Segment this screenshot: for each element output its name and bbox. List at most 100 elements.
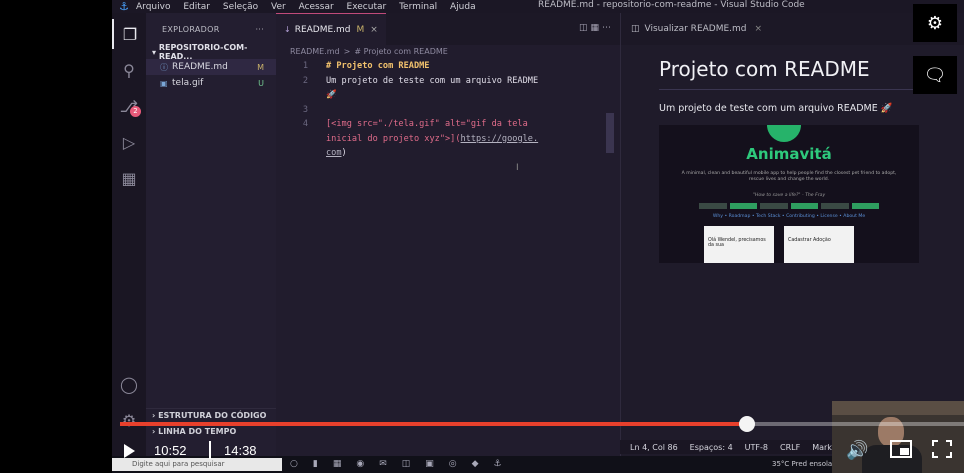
indentation[interactable]: Espaços: 4 — [690, 443, 733, 452]
text-cursor-icon: I — [516, 163, 519, 173]
breadcrumb: README.md > # Projeto com README — [276, 45, 620, 57]
timeline-section[interactable]: › LINHA DO TEMPO — [146, 424, 276, 438]
store-icon: ◫ — [401, 459, 411, 469]
code-line: Um projeto de teste com um arquivo READM… — [326, 75, 539, 86]
editor-scrollbar[interactable] — [606, 113, 614, 153]
editor-actions-icons[interactable]: ◫▦⋯ — [579, 23, 614, 33]
code-line-wrap: com) — [326, 146, 347, 161]
preview-gif-image[interactable]: Animavitá A minimal, clean and beautiful… — [659, 125, 919, 263]
video-progress-handle[interactable] — [739, 416, 756, 432]
browser-icon: ◉ — [356, 459, 365, 469]
close-icon[interactable]: × — [755, 24, 763, 34]
time-separator — [209, 441, 211, 459]
outline-label: ESTRUTURA DO CÓDIGO — [158, 411, 267, 420]
comment-icon[interactable]: 🗨 — [913, 56, 957, 94]
folder-icon: ▦ — [332, 459, 342, 469]
explorer-more-icon[interactable]: ··· — [255, 25, 264, 34]
image-links: Why • Roadmap • Tech Stack • Contributin… — [712, 214, 866, 219]
menu-editar[interactable]: Editar — [183, 2, 210, 12]
language-mode[interactable]: Mark — [812, 443, 832, 452]
image-file-icon: ▣ — [160, 78, 168, 88]
menu-acessar[interactable]: Acessar — [299, 2, 334, 12]
search-icon[interactable]: ⚲ — [112, 55, 146, 85]
menu-arquivo[interactable]: Arquivo — [136, 2, 170, 12]
info-file-icon: ⓘ — [160, 62, 168, 72]
file-name: README.md — [172, 62, 228, 72]
menu-bar: Arquivo Editar Seleção Ver Acessar Execu… — [136, 2, 486, 12]
volume-icon[interactable]: 🔊 — [846, 440, 868, 461]
git-status-badge: M — [257, 62, 264, 72]
close-icon[interactable]: × — [370, 25, 378, 35]
taskview-icon: ▮ — [312, 459, 318, 469]
tab-label: Visualizar README.md — [644, 24, 747, 34]
editor-pane: ↓ README.md M × ◫▦⋯ README.md > # Projet… — [276, 13, 620, 473]
markdown-file-icon: ↓ — [284, 25, 291, 34]
encoding[interactable]: UTF-8 — [745, 443, 768, 452]
manage-gear-icon[interactable]: ⚙ — [112, 405, 146, 435]
activity-bar: ❐ ⚲ ⎇ 2 ▷ ▦ ◯ ⚙ — [112, 13, 146, 473]
vscode-logo-icon: ⚓ — [119, 0, 129, 13]
menu-ajuda[interactable]: Ajuda — [450, 2, 476, 12]
line-ending[interactable]: CRLF — [780, 443, 800, 452]
code-url: https://google. — [460, 133, 539, 144]
menu-selecao[interactable]: Seleção — [223, 2, 258, 12]
vscode-taskbar-icon: ⚓ — [493, 459, 502, 469]
mail-icon: ✉ — [379, 459, 387, 469]
image-card: Cadastrar Adoção — [784, 226, 854, 263]
app-icon: ◆ — [471, 459, 479, 469]
editor-tabs: ↓ README.md M × — [276, 13, 620, 45]
line-number: 4 — [302, 119, 308, 129]
code-url: com — [326, 148, 342, 158]
run-debug-icon[interactable]: ▷ — [112, 127, 146, 157]
outline-section[interactable]: › ESTRUTURA DO CÓDIGO — [146, 408, 276, 422]
line-number: 3 — [302, 104, 308, 115]
menu-terminal[interactable]: Terminal — [399, 2, 437, 12]
bookshelf — [832, 401, 964, 415]
menu-executar[interactable]: Executar — [347, 2, 387, 12]
taskbar-search-input[interactable]: Digite aqui para pesquisar — [112, 458, 282, 471]
code-line-wrap: inicial do projeto xyz">](https://google… — [326, 132, 538, 147]
breadcrumb-separator: > — [343, 46, 351, 56]
file-item-tela-gif[interactable]: ▣ tela.gif U — [146, 75, 276, 91]
play-icon[interactable] — [124, 444, 135, 458]
timeline-label: LINHA DO TEMPO — [158, 427, 237, 436]
breadcrumb-file[interactable]: README.md — [290, 47, 340, 56]
code-line: # Projeto com README — [326, 61, 430, 71]
image-brand: Animavitá — [746, 145, 832, 163]
code-line: [<img src="./tela.gif" alt="gif da tela — [326, 119, 528, 129]
scm-badge: 2 — [130, 106, 141, 117]
image-card: Olá Wendel, precisamos da sua — [704, 226, 774, 263]
preview-heading: Projeto com README — [659, 57, 870, 81]
line-number: 1 — [302, 61, 308, 71]
picture-in-picture-icon[interactable] — [890, 440, 912, 458]
source-control-icon[interactable]: ⎇ 2 — [112, 91, 146, 121]
breadcrumb-section[interactable]: # Projeto com README — [354, 47, 448, 56]
taskbar-app-icons[interactable]: ○ ▮ ▦ ◉ ✉ ◫ ▣ ◎ ◆ ⚓ — [290, 459, 502, 469]
account-icon[interactable]: ◯ — [112, 369, 146, 399]
preview-icon: ◫ — [631, 24, 640, 34]
image-description: A minimal, clean and beautiful mobile ap… — [681, 171, 897, 182]
file-item-readme[interactable]: ⓘ README.md M — [146, 59, 276, 75]
fullscreen-icon[interactable] — [932, 440, 952, 458]
explorer-sidebar: EXPLORADOR ··· ▾ REPOSITORIO-COM-READ...… — [146, 13, 276, 473]
app-icon: ▣ — [425, 459, 434, 469]
animavita-logo-icon — [767, 125, 801, 142]
tab-readme[interactable]: ↓ README.md M × — [276, 13, 386, 45]
menu-ver[interactable]: Ver — [271, 2, 286, 12]
settings-gear-icon[interactable]: ⚙ — [913, 4, 957, 42]
folder-root[interactable]: ▾ REPOSITORIO-COM-READ... — [146, 43, 276, 61]
extensions-icon[interactable]: ▦ — [112, 163, 146, 193]
code-paren: ) — [341, 148, 347, 158]
task-view-icon: ○ — [290, 459, 298, 469]
duration: 14:38 — [224, 443, 257, 458]
current-time: 10:52 — [154, 443, 187, 458]
tab-status: M — [356, 24, 365, 35]
window-title: README.md - repositorio-com-readme - Vis… — [538, 0, 805, 10]
explorer-title: EXPLORADOR — [162, 24, 220, 34]
explorer-icon[interactable]: ❐ — [112, 19, 146, 49]
cursor-position[interactable]: Ln 4, Col 86 — [630, 443, 678, 452]
explorer-header: EXPLORADOR ··· — [146, 13, 276, 45]
heading-divider — [659, 89, 921, 90]
image-badges — [699, 203, 879, 209]
code-line-wrap: 🚀 — [326, 90, 337, 100]
